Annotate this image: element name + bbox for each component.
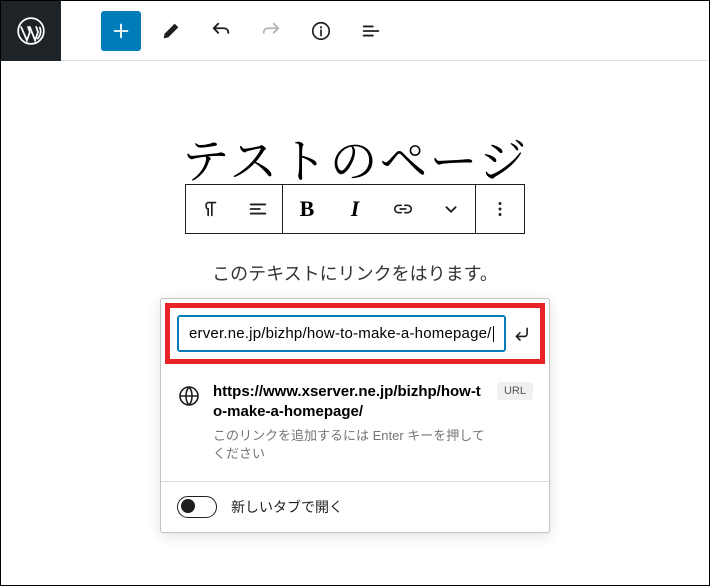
- info-icon: [310, 20, 332, 42]
- link-suggestion-body: https://www.xserver.ne.jp/bizhp/how-to-m…: [213, 382, 485, 463]
- more-options-button[interactable]: [476, 185, 524, 233]
- outline-button[interactable]: [351, 11, 391, 51]
- kebab-icon: [489, 198, 511, 220]
- undo-icon: [210, 20, 232, 42]
- align-button[interactable]: [234, 185, 282, 233]
- info-button[interactable]: [301, 11, 341, 51]
- top-toolbar: [1, 1, 709, 61]
- pencil-icon: [160, 20, 182, 42]
- redo-button[interactable]: [251, 11, 291, 51]
- paragraph-type-button[interactable]: [186, 185, 234, 233]
- enter-icon: [511, 323, 532, 344]
- redo-icon: [260, 20, 282, 42]
- italic-button[interactable]: I: [331, 185, 379, 233]
- align-left-icon: [247, 198, 269, 220]
- add-block-button[interactable]: [101, 11, 141, 51]
- link-url-input-value: erver.ne.jp/bizhp/how-to-make-a-homepage…: [189, 325, 492, 342]
- editor-canvas: テストのページ B I: [1, 61, 709, 533]
- link-suggestion[interactable]: https://www.xserver.ne.jp/bizhp/how-to-m…: [161, 368, 549, 471]
- paragraph-block[interactable]: このテキストにリンクをはります。: [212, 260, 498, 286]
- link-input-highlight: erver.ne.jp/bizhp/how-to-make-a-homepage…: [165, 303, 545, 364]
- text-cursor: [493, 326, 494, 342]
- toggle-knob: [181, 499, 195, 513]
- link-suggestion-help: このリンクを追加するには Enter キーを押してください: [213, 427, 485, 463]
- list-icon: [360, 20, 382, 42]
- app-frame: テストのページ B I: [0, 0, 710, 586]
- link-suggestion-url: https://www.xserver.ne.jp/bizhp/how-to-m…: [213, 382, 485, 423]
- submit-link-button[interactable]: [511, 318, 532, 350]
- edit-mode-button[interactable]: [151, 11, 191, 51]
- wordpress-logo[interactable]: [1, 1, 61, 61]
- page-title[interactable]: テストのページ: [181, 123, 528, 192]
- chevron-down-icon: [440, 198, 462, 220]
- block-toolbar: B I: [185, 184, 525, 234]
- url-badge: URL: [497, 382, 533, 400]
- pilcrow-icon: [199, 198, 221, 220]
- new-tab-label: 新しいタブで開く: [231, 497, 343, 517]
- link-button[interactable]: [379, 185, 427, 233]
- new-tab-toggle[interactable]: [177, 496, 217, 518]
- link-icon: [392, 198, 414, 220]
- undo-button[interactable]: [201, 11, 241, 51]
- link-popover: erver.ne.jp/bizhp/how-to-make-a-homepage…: [160, 298, 550, 533]
- globe-icon: [177, 384, 201, 408]
- bold-button[interactable]: B: [283, 185, 331, 233]
- new-tab-row: 新しいタブで開く: [161, 482, 549, 532]
- plus-icon: [110, 20, 132, 42]
- link-url-input[interactable]: erver.ne.jp/bizhp/how-to-make-a-homepage…: [178, 316, 505, 351]
- wordpress-icon: [17, 17, 45, 45]
- more-rich-text-button[interactable]: [427, 185, 475, 233]
